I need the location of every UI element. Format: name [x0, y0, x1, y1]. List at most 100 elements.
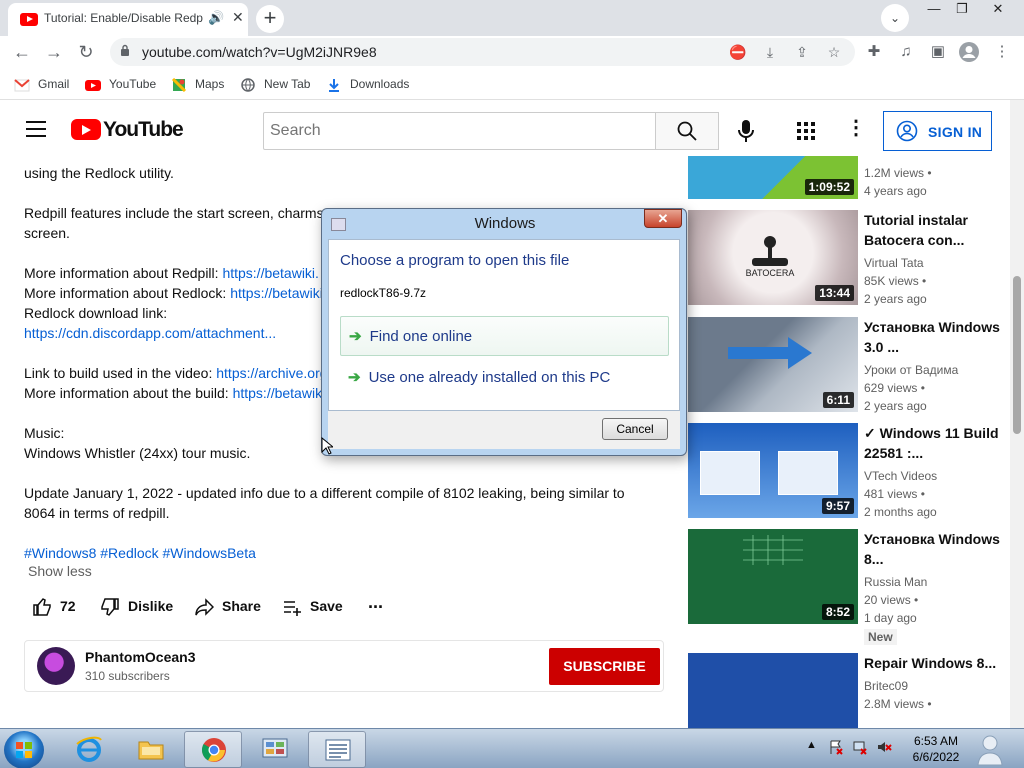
browser-tab[interactable]: Tutorial: Enable/Disable Redp 🔊 ✕: [8, 3, 248, 36]
taskbar-internet-explorer[interactable]: [60, 731, 118, 768]
new-tab-button[interactable]: +: [256, 5, 284, 33]
microphone-icon[interactable]: [737, 119, 755, 143]
video-info[interactable]: Tutorial instalar Batocera con... Virtua…: [864, 210, 1014, 308]
search-button[interactable]: [655, 112, 719, 150]
browser-tab-bar: Tutorial: Enable/Disable Redp 🔊 ✕ + ⌄ — …: [0, 0, 1024, 36]
redlock-download-link[interactable]: https://cdn.discordapp.com/attachment...: [24, 323, 276, 343]
channel-name[interactable]: PhantomOcean3: [85, 649, 195, 665]
like-button[interactable]: 72: [32, 596, 76, 617]
reload-button[interactable]: ↻: [74, 40, 98, 64]
use-installed-option[interactable]: ➔ Use one already installed on this PC: [340, 358, 669, 398]
address-bar[interactable]: youtube.com/watch?v=UgM2iJNR9e8 ⛔ ⤓ ⇪ ☆: [110, 38, 855, 66]
video-thumbnail[interactable]: 9:57: [688, 423, 858, 518]
video-thumbnail[interactable]: 6:11: [688, 317, 858, 412]
volume-muted-icon[interactable]: [876, 739, 892, 755]
video-thumbnail[interactable]: BATOCERA 13:44: [688, 210, 858, 305]
video-info[interactable]: Установка Windows 3.0 ... Уроки от Вадим…: [864, 317, 1014, 415]
install-icon[interactable]: ⤓: [760, 42, 780, 62]
hamburger-menu-icon[interactable]: [26, 121, 46, 137]
subscribe-button[interactable]: SUBSCRIBE: [549, 648, 660, 685]
taskbar-clock[interactable]: 6:53 AM 6/6/2022: [906, 733, 966, 765]
profile-icon[interactable]: [957, 40, 981, 64]
clock-time: 6:53 AM: [913, 734, 959, 748]
extensions-icon[interactable]: ✚: [862, 40, 886, 64]
share-button[interactable]: Share: [194, 596, 261, 617]
settings-more-icon[interactable]: ⋮: [846, 118, 866, 142]
video-info[interactable]: 1.2M views • 4 years ago: [864, 156, 1014, 200]
hashtags-link[interactable]: #Windows8 #Redlock #WindowsBeta: [24, 543, 256, 563]
site-settings-icon[interactable]: ⛔: [728, 42, 748, 62]
search-input[interactable]: [263, 112, 656, 150]
sign-in-button[interactable]: SIGN IN: [883, 111, 992, 151]
window-restore-button[interactable]: ❐: [948, 0, 976, 20]
thumbs-up-icon: [33, 598, 51, 617]
tab-search-button[interactable]: ⌄: [881, 4, 909, 32]
channel-avatar[interactable]: [37, 647, 75, 685]
video-info[interactable]: Repair Windows 8... Britec09 2.8M views …: [864, 653, 1014, 728]
description-line: Windows Whistler (24xx) tour music.: [24, 445, 251, 461]
forward-button[interactable]: →: [42, 40, 66, 64]
video-info[interactable]: Установка Windows 8... Russia Man 20 vie…: [864, 529, 1014, 646]
bookmark-downloads[interactable]: Downloads: [326, 76, 409, 92]
window-close-button[interactable]: ✕: [978, 0, 1018, 20]
action-center-flag-icon[interactable]: [828, 739, 844, 755]
youtube-logo-text[interactable]: YouTube: [103, 118, 184, 142]
page-scrollbar[interactable]: [1010, 100, 1024, 728]
dislike-button[interactable]: Dislike: [100, 596, 173, 617]
cancel-button[interactable]: Cancel: [602, 418, 668, 440]
folder-icon: [138, 741, 164, 760]
build-archive-link[interactable]: https://archive.org: [216, 365, 327, 381]
apps-grid-icon[interactable]: [797, 122, 815, 140]
green-arrow-icon: ➔: [348, 369, 361, 386]
system-tray: ▲: [800, 739, 900, 759]
account-icon: [896, 120, 918, 142]
build-info-link[interactable]: https://betawik: [233, 385, 323, 401]
taskbar-file-explorer[interactable]: [122, 731, 180, 768]
browser-menu-icon[interactable]: ⋮: [990, 40, 1014, 64]
internet-explorer-icon: [76, 736, 102, 762]
mouse-cursor-icon: [321, 437, 333, 455]
tab-close-icon[interactable]: ✕: [232, 9, 244, 26]
bookmark-gmail[interactable]: Gmail: [14, 76, 69, 92]
green-arrow-icon: ➔: [349, 328, 362, 345]
dialog-filename: redlockT86-9.7z: [340, 286, 427, 300]
youtube-header: YouTube ⋮ SIGN IN: [0, 100, 1024, 156]
video-title: ✓ Windows 11 Build 22581 :...: [864, 425, 999, 461]
taskbar-control-panel[interactable]: [246, 731, 304, 768]
video-thumbnail[interactable]: 1:09:52: [688, 156, 858, 199]
side-panel-icon[interactable]: ▣: [926, 40, 950, 64]
save-button[interactable]: Save: [282, 596, 343, 617]
share-icon[interactable]: ⇪: [792, 42, 812, 62]
grid-graphic-icon: [743, 535, 803, 565]
bookmark-new-tab[interactable]: New Tab: [240, 76, 310, 92]
video-duration: 1:09:52: [804, 179, 854, 195]
redpill-info-link[interactable]: https://betawiki.: [222, 265, 319, 281]
screenshot-thumb-right: [778, 451, 838, 495]
show-less-button[interactable]: Show less: [28, 563, 92, 579]
bookmark-maps[interactable]: Maps: [171, 76, 224, 92]
taskbar-chrome[interactable]: [184, 731, 242, 768]
bookmark-youtube[interactable]: YouTube: [85, 76, 156, 92]
scrollbar-thumb[interactable]: [1013, 276, 1021, 434]
find-online-option[interactable]: ➔ Find one online: [340, 316, 669, 356]
user-account-icon[interactable]: [972, 731, 1008, 767]
window-minimize-button[interactable]: —: [920, 0, 948, 20]
youtube-logo-icon[interactable]: [71, 119, 101, 140]
bookmarks-bar: Gmail YouTube Maps New Tab Downloads: [0, 68, 1024, 100]
media-control-icon[interactable]: ♫: [894, 40, 918, 64]
start-button[interactable]: [4, 731, 44, 768]
more-actions-button[interactable]: ...: [368, 592, 383, 612]
video-thumbnail[interactable]: [688, 653, 858, 728]
redlock-info-link[interactable]: https://betawiki.: [230, 285, 327, 301]
taskbar-open-with-window[interactable]: [308, 731, 366, 768]
network-icon[interactable]: [852, 739, 868, 755]
dialog-close-button[interactable]: ✕: [644, 209, 682, 228]
show-hidden-icons-icon[interactable]: ▲: [806, 739, 817, 751]
video-channel: Russia Man: [864, 575, 928, 589]
back-button[interactable]: ←: [10, 40, 34, 64]
tab-audio-icon[interactable]: 🔊: [208, 10, 224, 26]
video-thumbnail[interactable]: 8:52: [688, 529, 858, 624]
video-info[interactable]: ✓ Windows 11 Build 22581 :... VTech Vide…: [864, 423, 1014, 521]
bookmark-star-icon[interactable]: ☆: [824, 42, 844, 62]
description-line: More information about the build: https:…: [24, 385, 323, 401]
